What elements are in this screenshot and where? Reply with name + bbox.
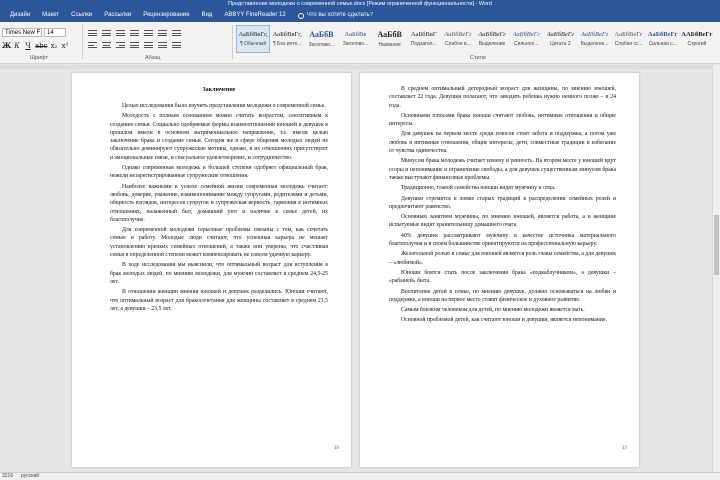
paragraph: 40% девушек рассматривают мужчину в каче… — [389, 232, 616, 248]
justify-icon[interactable] — [130, 41, 139, 49]
style-intense-reference[interactable]: АаБбВеГг Сильная с... — [646, 25, 680, 53]
paragraph: Желательной ролью в семье для юношей явл… — [389, 251, 616, 266]
tab-review[interactable]: Рецензирование — [137, 9, 195, 22]
style-subtitle[interactable]: АаБбВвГ Подзагол... — [407, 25, 441, 53]
show-marks-icon[interactable] — [172, 29, 181, 37]
increase-indent-icon[interactable] — [144, 29, 153, 37]
ribbon: Times New F 14 Ж К Ч abc x₂ x² Шрифт Абз… — [0, 22, 720, 64]
window-title: Представление молодежи о современной сем… — [0, 0, 720, 9]
multilevel-list-icon[interactable] — [116, 29, 125, 37]
page-49[interactable]: В среднем оптимальный детородный возраст… — [360, 73, 639, 467]
vertical-scrollbar[interactable] — [712, 65, 720, 472]
style-title[interactable]: АаБбВ Название — [373, 25, 407, 53]
align-left-icon[interactable] — [88, 41, 97, 49]
tab-mailings[interactable]: Рассылки — [98, 9, 137, 22]
paragraph: Основными плюсами брака юноши считают лю… — [389, 112, 616, 128]
style-emphasis[interactable]: АаБбВеГг Выделение — [475, 25, 509, 53]
styles-group-label: Стили — [470, 55, 486, 61]
paragraph: Основным занятием мужчины, по мнению юно… — [389, 214, 616, 229]
ribbon-tabs: Дизайн Макет Ссылки Рассылки Рецензирова… — [0, 9, 720, 22]
numbering-icon[interactable] — [102, 29, 111, 37]
paragraph: Традиционно, главой семейства юноши видя… — [401, 185, 556, 192]
strikethrough-button[interactable]: abc — [35, 41, 48, 51]
section-heading: Заключение — [202, 87, 236, 93]
tell-me-search[interactable]: Что вы хотите сделать? — [292, 9, 379, 22]
font-name-select[interactable]: Times New F — [2, 28, 42, 37]
paragraph-group-label: Абзац — [145, 55, 161, 61]
paragraph: Однако современная молодежь в большей ст… — [110, 165, 328, 180]
sort-icon[interactable] — [158, 29, 167, 37]
scrollbar-thumb[interactable] — [714, 215, 719, 275]
page-number: 48 — [334, 446, 339, 451]
status-bar: 3216 русский — [0, 472, 720, 480]
paragraph: Самым близким человеком для детей, по мн… — [401, 307, 585, 314]
style-subtle-emphasis[interactable]: АаБбВеГг Слабое в... — [441, 25, 475, 53]
shading-icon[interactable] — [158, 41, 167, 49]
borders-icon[interactable] — [172, 41, 181, 49]
font-group-label: Шрифт — [30, 55, 49, 61]
superscript-button[interactable]: x² — [61, 41, 69, 51]
paragraph: В отношении женщин мнения юношей и девуш… — [110, 289, 328, 312]
font-size-select[interactable]: 14 — [44, 28, 66, 37]
tab-layout[interactable]: Макет — [36, 9, 65, 22]
align-right-icon[interactable] — [116, 41, 125, 49]
tab-view[interactable]: Вид — [196, 9, 219, 22]
page-content: В среднем оптимальный детородный возраст… — [389, 85, 616, 327]
paragraph: Основной проблемой детей, как считают юн… — [401, 317, 607, 324]
italic-button[interactable]: К — [13, 41, 21, 51]
paragraph: Юноши боятся стать после заключения брак… — [389, 269, 616, 285]
style-heading-2[interactable]: АаБбВв Заголово... — [338, 25, 372, 53]
style-quote-2[interactable]: АаБбВеГг Цитата 2 — [543, 25, 577, 53]
paragraph: В среднем оптимальный детородный возраст… — [389, 86, 616, 109]
lightbulb-icon — [297, 12, 304, 19]
tab-references[interactable]: Ссылки — [65, 9, 98, 22]
decrease-indent-icon[interactable] — [130, 29, 139, 37]
line-spacing-icon[interactable] — [144, 41, 153, 49]
format-buttons: Ж К Ч abc x₂ x² — [2, 41, 82, 51]
page-number: 49 — [622, 446, 627, 451]
ribbon-divider — [82, 25, 83, 59]
align-center-icon[interactable] — [102, 41, 111, 49]
word-window: Представление молодежи о современной сем… — [0, 0, 720, 480]
bold-button[interactable]: Ж — [2, 41, 11, 51]
subscript-button[interactable]: x₂ — [50, 41, 58, 51]
style-strong[interactable]: AАБбВеГг Строгий — [680, 25, 714, 53]
page-content: Заключение Целью исследования было изучи… — [110, 87, 328, 315]
font-group: Times New F 14 Ж К Ч abc x₂ x² — [2, 25, 82, 53]
ruler — [0, 65, 720, 69]
style-heading-1[interactable]: АаБбВ Заголово... — [304, 25, 338, 53]
paragraph-group — [84, 25, 224, 53]
tab-design[interactable]: Дизайн — [4, 9, 36, 22]
tell-me-placeholder: Что вы хотите сделать? — [306, 12, 374, 18]
page-48[interactable]: Заключение Целью исследования было изучи… — [72, 73, 351, 467]
style-intense-emphasis[interactable]: АаБбВеГг Сильное... — [509, 25, 543, 53]
style-no-spacing[interactable]: АаБбВвГг, ¶ Без инте... — [270, 25, 304, 53]
paragraph: Целью исследования было изучить представ… — [122, 103, 326, 109]
bullets-icon[interactable] — [88, 29, 97, 37]
paragraph: Наиболее важными в успехе семейной жизни… — [110, 183, 328, 223]
style-normal[interactable]: АаБбВвГг, ¶ Обычный — [236, 25, 271, 53]
styles-gallery: АаБбВвГг, ¶ Обычный АаБбВвГг, ¶ Без инте..… — [236, 25, 714, 53]
word-count[interactable]: 3216 — [2, 473, 13, 480]
underline-button[interactable]: Ч — [24, 41, 32, 51]
tab-abbyy[interactable]: ABBYY FineReader 12 — [218, 9, 291, 22]
paragraph: Молодость с полным основанием можно счит… — [110, 113, 328, 161]
paragraph: Для девушек на первом месте среди плюсов… — [389, 131, 616, 155]
paragraph: В ходе исследования мы выяснили, что опт… — [110, 262, 328, 285]
language-indicator[interactable]: русский — [21, 473, 39, 480]
style-subtle-reference[interactable]: АаБбВеГг Слабая сс... — [612, 25, 646, 53]
paragraph: Воспитание детей в семье, по мнению деву… — [389, 288, 616, 303]
paragraph: Девушки стремятся к ломке старых традици… — [389, 195, 616, 210]
paragraph: Для современной молодежи серьезные пробл… — [110, 227, 328, 259]
ribbon-divider — [232, 25, 233, 59]
style-intense-quote[interactable]: АаБбВеГг Выделенн... — [577, 25, 611, 53]
paragraph: Минусом брака молодежь считает измену и … — [389, 158, 616, 181]
